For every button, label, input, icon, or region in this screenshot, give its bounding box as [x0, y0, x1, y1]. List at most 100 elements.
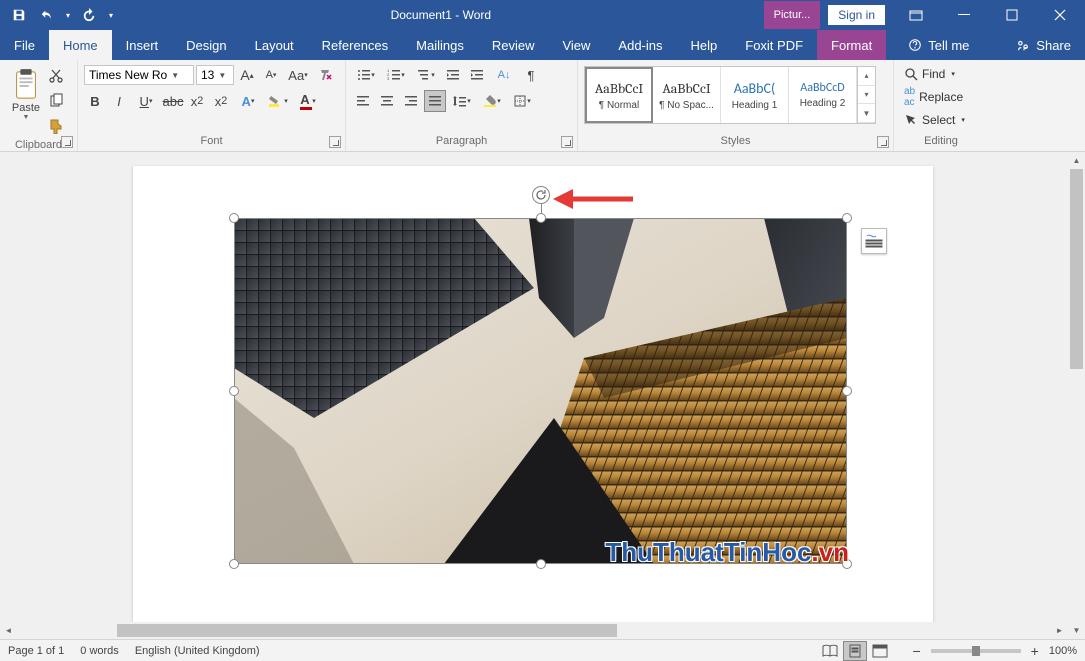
tab-review[interactable]: Review — [478, 30, 549, 60]
align-left-icon[interactable] — [352, 90, 374, 112]
rotate-handle[interactable] — [532, 186, 550, 204]
qat-customize-icon[interactable]: ▾ — [104, 1, 118, 29]
font-color-icon[interactable]: A▾ — [294, 90, 322, 112]
horizontal-scrollbar[interactable]: ◄ ► — [0, 622, 1068, 639]
handle-right[interactable] — [842, 386, 852, 396]
undo-more-icon[interactable]: ▾ — [62, 1, 74, 29]
subscript-button[interactable]: x2 — [186, 90, 208, 112]
handle-left[interactable] — [229, 386, 239, 396]
shading-icon[interactable]: ▾ — [478, 90, 506, 112]
hscroll-thumb[interactable] — [117, 624, 617, 637]
tab-mailings[interactable]: Mailings — [402, 30, 478, 60]
selected-image[interactable]: ThuThuatTinHoc.vn — [234, 218, 847, 564]
handle-bottom[interactable] — [536, 559, 546, 569]
show-marks-icon[interactable]: ¶ — [520, 64, 542, 86]
sort-icon[interactable]: A↓ — [490, 64, 518, 86]
maximize-icon[interactable] — [989, 0, 1035, 30]
copy-icon[interactable] — [48, 93, 64, 114]
word-count[interactable]: 0 words — [80, 645, 119, 657]
bold-button[interactable]: B — [84, 90, 106, 112]
read-mode-icon[interactable] — [818, 641, 842, 661]
picture-tools-tab-header[interactable]: Pictur... — [764, 1, 821, 29]
line-spacing-icon[interactable]: ▾ — [448, 90, 476, 112]
save-icon[interactable] — [6, 1, 32, 29]
styles-more[interactable]: ▴▾▼ — [857, 67, 875, 123]
zoom-thumb[interactable] — [972, 646, 980, 656]
tab-references[interactable]: References — [308, 30, 402, 60]
strikethrough-button[interactable]: abc — [162, 90, 184, 112]
tab-help[interactable]: Help — [677, 30, 732, 60]
justify-icon[interactable] — [424, 90, 446, 112]
scroll-down-icon[interactable]: ▼ — [1068, 622, 1085, 639]
tab-file[interactable]: File — [0, 30, 49, 60]
paste-button[interactable]: Paste ▼ — [6, 64, 46, 121]
page[interactable]: ThuThuatTinHoc.vn — [133, 166, 933, 639]
select-button[interactable]: Select▾ — [900, 112, 969, 128]
ribbon-options-icon[interactable] — [893, 0, 939, 30]
language-indicator[interactable]: English (United Kingdom) — [135, 645, 260, 657]
page-indicator[interactable]: Page 1 of 1 — [8, 645, 64, 657]
clipboard-dialog-launcher[interactable] — [61, 136, 73, 148]
style-no-spacing[interactable]: AaBbCcI¶ No Spac... — [653, 67, 721, 123]
scroll-up-icon[interactable]: ▲ — [1068, 152, 1085, 169]
clear-formatting-icon[interactable] — [314, 64, 336, 86]
highlight-icon[interactable]: ▾ — [264, 90, 292, 112]
zoom-out-button[interactable]: − — [908, 643, 924, 659]
style-heading-1[interactable]: AaBbC(Heading 1 — [721, 67, 789, 123]
text-effects-icon[interactable]: A▾ — [234, 90, 262, 112]
change-case-icon[interactable]: Aa▾ — [284, 64, 312, 86]
align-center-icon[interactable] — [376, 90, 398, 112]
zoom-level[interactable]: 100% — [1049, 645, 1077, 657]
align-right-icon[interactable] — [400, 90, 422, 112]
grow-font-icon[interactable]: A▴ — [236, 64, 258, 86]
superscript-button[interactable]: x2 — [210, 90, 232, 112]
font-size-select[interactable]: 13▼ — [196, 65, 234, 85]
shrink-font-icon[interactable]: A▾ — [260, 64, 282, 86]
layout-options-button[interactable] — [861, 228, 887, 254]
italic-button[interactable]: I — [108, 90, 130, 112]
styles-gallery[interactable]: AaBbCcI¶ Normal AaBbCcI¶ No Spac... AaBb… — [584, 66, 876, 124]
font-dialog-launcher[interactable] — [329, 136, 341, 148]
tab-addins[interactable]: Add-ins — [604, 30, 676, 60]
increase-indent-icon[interactable] — [466, 64, 488, 86]
style-heading-2[interactable]: AaBbCcDHeading 2 — [789, 67, 857, 123]
decrease-indent-icon[interactable] — [442, 64, 464, 86]
underline-button[interactable]: U▾ — [132, 90, 160, 112]
scroll-right-icon[interactable]: ► — [1051, 622, 1068, 639]
handle-top[interactable] — [536, 213, 546, 223]
sign-in-button[interactable]: Sign in — [828, 5, 885, 25]
tab-format[interactable]: Format — [817, 30, 886, 60]
close-icon[interactable] — [1037, 0, 1083, 30]
bullets-icon[interactable]: ▾ — [352, 64, 380, 86]
zoom-slider[interactable] — [931, 649, 1021, 653]
print-layout-icon[interactable] — [843, 641, 867, 661]
numbering-icon[interactable]: 123▾ — [382, 64, 410, 86]
vscroll-thumb[interactable] — [1070, 169, 1083, 369]
tell-me[interactable]: Tell me — [894, 30, 983, 60]
borders-icon[interactable]: ▾ — [508, 90, 536, 112]
replace-button[interactable]: abacReplace — [900, 85, 969, 109]
font-name-select[interactable]: Times New Ro▼ — [84, 65, 194, 85]
style-normal[interactable]: AaBbCcI¶ Normal — [585, 67, 653, 123]
tab-layout[interactable]: Layout — [241, 30, 308, 60]
minimize-icon[interactable] — [941, 0, 987, 30]
tab-insert[interactable]: Insert — [112, 30, 173, 60]
multilevel-list-icon[interactable]: ▾ — [412, 64, 440, 86]
find-button[interactable]: Find▾ — [900, 66, 969, 82]
cut-icon[interactable] — [48, 68, 64, 89]
tab-design[interactable]: Design — [172, 30, 240, 60]
tab-foxit[interactable]: Foxit PDF — [731, 30, 817, 60]
vertical-scrollbar[interactable]: ▲ ▼ — [1068, 152, 1085, 639]
paragraph-dialog-launcher[interactable] — [561, 136, 573, 148]
scroll-left-icon[interactable]: ◄ — [0, 622, 17, 639]
styles-dialog-launcher[interactable] — [877, 136, 889, 148]
handle-bottom-left[interactable] — [229, 559, 239, 569]
handle-top-right[interactable] — [842, 213, 852, 223]
tab-home[interactable]: Home — [49, 30, 112, 60]
share-button[interactable]: Share — [1002, 30, 1085, 60]
zoom-in-button[interactable]: + — [1027, 643, 1043, 659]
handle-top-left[interactable] — [229, 213, 239, 223]
redo-icon[interactable] — [76, 1, 102, 29]
web-layout-icon[interactable] — [868, 641, 892, 661]
undo-icon[interactable] — [34, 1, 60, 29]
